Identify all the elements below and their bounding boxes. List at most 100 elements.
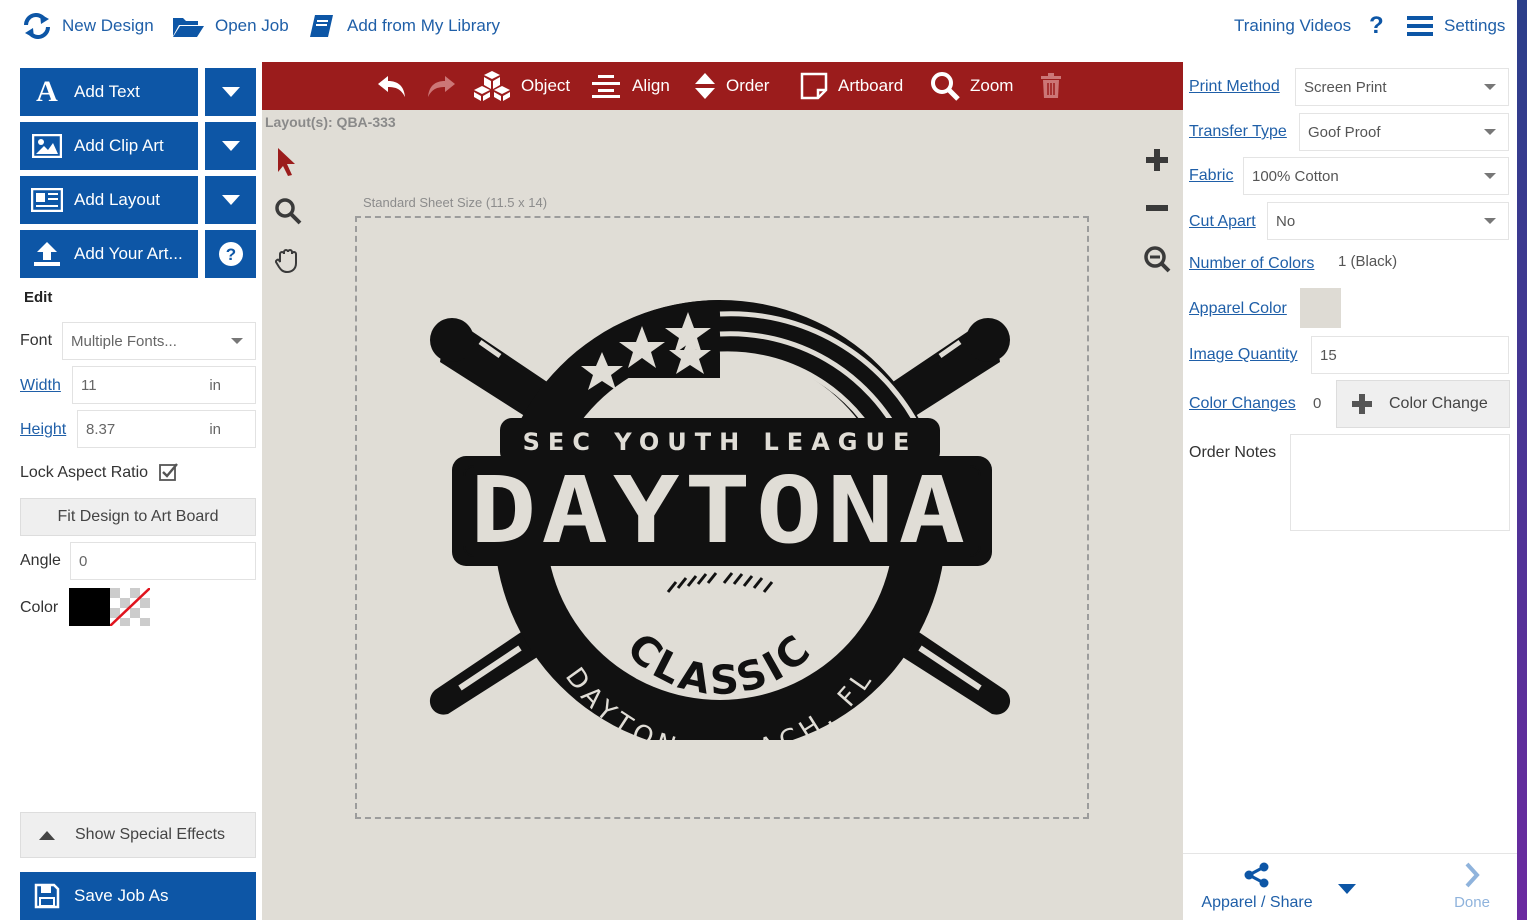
delete-button[interactable] [1040, 62, 1072, 110]
divider [1183, 853, 1517, 854]
apparel-color-swatch[interactable] [1300, 288, 1341, 328]
magnifier-icon[interactable] [274, 197, 302, 225]
add-layout-dropdown[interactable] [205, 176, 256, 224]
settings-button[interactable]: Settings [1406, 12, 1505, 40]
refresh-icon [24, 13, 50, 39]
open-job-button[interactable]: Open Job [171, 12, 289, 40]
floppy-disk-icon [34, 883, 60, 909]
transfer-type-select[interactable]: Goof Proof [1299, 113, 1509, 151]
fit-design-button[interactable]: Fit Design to Art Board [20, 498, 256, 536]
book-icon [310, 15, 333, 37]
add-text-button[interactable]: A Add Text [20, 68, 198, 116]
undo-button[interactable] [376, 62, 418, 110]
width-label[interactable]: Width [20, 377, 61, 395]
apparel-color-label[interactable]: Apparel Color [1189, 300, 1287, 318]
hand-pan-icon[interactable] [274, 246, 302, 274]
height-input[interactable]: 8.37 in [77, 410, 256, 448]
font-select[interactable]: Multiple Fonts... [62, 322, 256, 360]
window-edge [1517, 0, 1527, 920]
top-bar: New Design Open Job Add from My Library … [0, 0, 1527, 56]
newspaper-icon [31, 188, 63, 212]
caret-down-icon[interactable] [1338, 884, 1356, 894]
undo-icon [378, 76, 405, 97]
caret-down-icon [221, 195, 240, 205]
add-layout-button[interactable]: Add Layout [20, 176, 198, 224]
redo-icon [428, 76, 455, 97]
sheet-size-label: Standard Sheet Size (11.5 x 14) [363, 195, 548, 210]
no-color-swatch-icon[interactable] [110, 588, 150, 626]
layout-label: Layout(s): QBA-333 [265, 114, 396, 130]
save-job-as-button[interactable]: Save Job As [20, 872, 256, 920]
color-swatch[interactable] [69, 588, 110, 626]
caret-down-icon [221, 141, 240, 151]
number-of-colors-label[interactable]: Number of Colors [1189, 255, 1314, 273]
redo-button[interactable] [425, 62, 467, 110]
caret-down-icon [221, 87, 240, 97]
apparel-share-button[interactable]: Apparel / Share [1197, 862, 1317, 918]
right-panel: Print Method Screen Print Transfer Type … [1183, 62, 1517, 920]
plus-icon [1352, 394, 1372, 414]
new-design-button[interactable]: New Design [22, 12, 154, 40]
plus-icon[interactable] [1145, 148, 1169, 172]
select-arrow-icon[interactable] [275, 146, 299, 178]
league-text: SEC YOUTH LEAGUE [523, 428, 918, 456]
add-clip-art-dropdown[interactable] [205, 122, 256, 170]
print-method-label[interactable]: Print Method [1189, 78, 1280, 96]
baseball-logo-design[interactable]: SEC YOUTH LEAGUE DAYTONA CLASSIC DAYTONA… [420, 290, 1020, 740]
add-clip-art-button[interactable]: Add Clip Art [20, 122, 198, 170]
transfer-type-label[interactable]: Transfer Type [1189, 123, 1287, 141]
done-button[interactable]: Done [1437, 862, 1507, 918]
caret-down-icon [231, 338, 243, 344]
order-menu[interactable]: Order [694, 62, 769, 110]
share-icon [1244, 862, 1269, 888]
color-change-button[interactable]: Color Change [1336, 380, 1510, 428]
width-input[interactable]: 11 in [72, 366, 256, 404]
order-notes-label: Order Notes [1189, 444, 1277, 461]
add-your-art-button[interactable]: Add Your Art... [20, 230, 198, 278]
chevron-right-icon [1465, 862, 1480, 888]
cubes-icon [474, 71, 510, 101]
caret-down-icon [1484, 84, 1496, 90]
caret-down-icon [1484, 173, 1496, 179]
edit-section-title: Edit [24, 289, 53, 306]
minus-icon[interactable] [1145, 203, 1169, 213]
fabric-select[interactable]: 100% Cotton [1243, 157, 1509, 195]
zoom-out-icon[interactable] [1143, 245, 1171, 273]
caret-up-icon [39, 830, 55, 840]
question-circle-icon: ? [218, 242, 243, 266]
zoom-menu[interactable]: Zoom [930, 62, 1013, 110]
upload-icon [34, 242, 60, 266]
artboard-menu[interactable]: Artboard [800, 62, 903, 110]
color-label: Color [20, 599, 59, 616]
help-icon[interactable]: ? [1369, 12, 1384, 40]
align-menu[interactable]: Align [590, 62, 670, 110]
add-art-help-button[interactable]: ? [205, 230, 256, 278]
image-quantity-label[interactable]: Image Quantity [1189, 346, 1298, 364]
canvas-toolbar: Object Align Order Artboard Zoom [262, 62, 1183, 110]
cut-apart-select[interactable]: No [1267, 202, 1509, 240]
caret-down-icon [1484, 129, 1496, 135]
training-videos-link[interactable]: Training Videos [1234, 12, 1351, 40]
sort-icon [695, 73, 715, 99]
lock-aspect-label: Lock Aspect Ratio [20, 464, 149, 481]
font-label: Font [20, 332, 53, 349]
add-text-dropdown[interactable] [205, 68, 256, 116]
fabric-label[interactable]: Fabric [1189, 167, 1233, 185]
svg-text:?: ? [225, 245, 235, 264]
angle-label: Angle [20, 552, 61, 569]
flag-stars-area [550, 300, 720, 390]
add-from-library-button[interactable]: Add from My Library [307, 12, 500, 40]
order-notes-textarea[interactable] [1290, 434, 1510, 531]
checkbox-checked-icon[interactable] [159, 462, 179, 482]
print-method-select[interactable]: Screen Print [1295, 68, 1509, 106]
image-icon [32, 134, 62, 158]
object-menu[interactable]: Object [473, 62, 570, 110]
height-label[interactable]: Height [20, 421, 66, 439]
show-special-effects-button[interactable]: Show Special Effects [20, 812, 256, 858]
team-name-text: DAYTONA [470, 457, 970, 564]
cut-apart-label[interactable]: Cut Apart [1189, 213, 1256, 231]
image-quantity-input[interactable]: 15 [1311, 336, 1509, 374]
folder-open-icon [173, 18, 204, 37]
color-changes-label[interactable]: Color Changes [1189, 395, 1296, 413]
angle-input[interactable]: 0 [70, 542, 256, 580]
